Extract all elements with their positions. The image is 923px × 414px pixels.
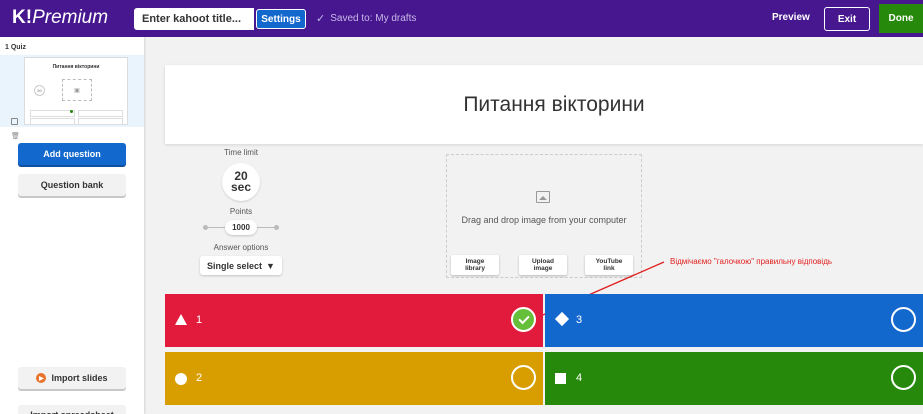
answer-text-4[interactable]: 4	[576, 372, 582, 384]
diamond-icon	[554, 311, 570, 327]
answer-tile-3[interactable]: 3	[545, 294, 923, 347]
answer-tile-1[interactable]: 1	[165, 294, 543, 347]
correct-answer-toggle[interactable]	[511, 307, 536, 332]
circle-icon	[175, 373, 187, 385]
square-icon	[555, 373, 566, 384]
answer-text-1[interactable]: 1	[196, 314, 202, 326]
answer-tile-2[interactable]: 2	[165, 352, 543, 405]
correct-answer-toggle[interactable]	[891, 365, 916, 390]
answer-text-3[interactable]: 3	[576, 314, 582, 326]
triangle-icon	[175, 314, 187, 325]
answer-text-2[interactable]: 2	[196, 372, 202, 384]
correct-answer-toggle[interactable]	[511, 365, 536, 390]
correct-answer-toggle[interactable]	[891, 307, 916, 332]
answer-tile-4[interactable]: 4	[545, 352, 923, 405]
